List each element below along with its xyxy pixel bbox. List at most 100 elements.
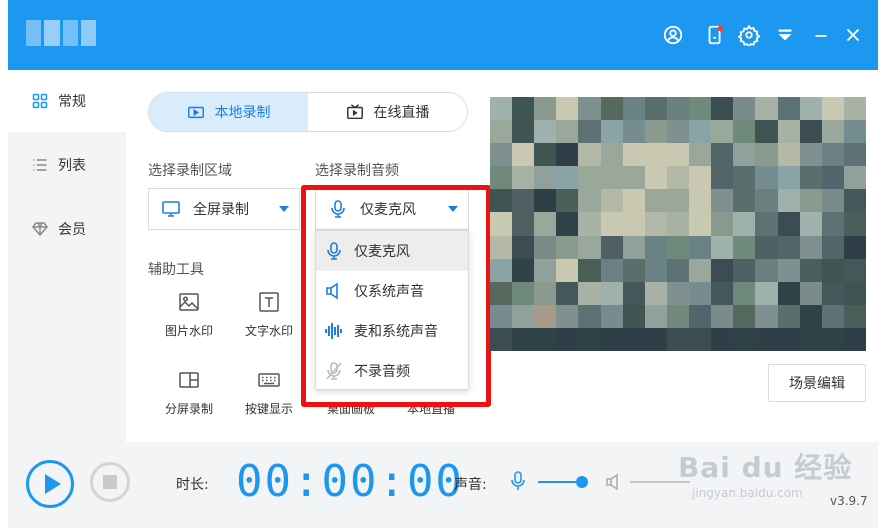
preview-pixel [843, 212, 866, 236]
preview-pixel [689, 120, 712, 144]
preview-pixel [777, 327, 800, 351]
preview-pixel [644, 304, 667, 328]
watermark-url: jingyan.baidu.com [692, 486, 803, 500]
preview-pixel [755, 327, 778, 351]
record-audio-select[interactable]: 仅麦克风 [315, 188, 469, 230]
tool-key-display[interactable]: 按键显示 [234, 368, 304, 417]
preview-pixel [733, 120, 756, 144]
preview-pixel [578, 189, 601, 213]
screen-preview [490, 97, 866, 351]
preview-pixel [490, 304, 513, 328]
preview-pixel [821, 189, 844, 213]
preview-pixel [512, 327, 535, 351]
preview-pixel [689, 143, 712, 167]
preview-pixel [600, 97, 623, 121]
tab-label: 本地录制 [214, 105, 271, 121]
record-area-label: 选择录制区域 [148, 163, 232, 179]
user-icon[interactable] [662, 24, 684, 46]
keyboard-icon [258, 373, 280, 387]
preview-pixel [799, 120, 822, 144]
mic-icon [331, 200, 345, 218]
tab-online-live[interactable]: 在线直播 [308, 93, 467, 131]
mic-volume-handle[interactable] [576, 476, 589, 488]
preview-pixel [644, 235, 667, 259]
preview-pixel [600, 212, 623, 236]
preview-pixel [666, 235, 690, 259]
sidebar-item-list[interactable]: 列表 [8, 134, 126, 196]
preview-pixel [821, 120, 844, 144]
preview-pixel [821, 166, 844, 190]
scene-edit-button[interactable]: 场景编辑 [768, 364, 866, 402]
preview-pixel [578, 258, 601, 282]
preview-pixel [578, 235, 601, 259]
preview-pixel [534, 212, 557, 236]
preview-pixel [689, 304, 712, 328]
sidebar-item-member[interactable]: 会员 [8, 198, 126, 260]
menu-dropdown-icon[interactable] [774, 24, 796, 46]
tab-local-record[interactable]: 本地录制 [149, 93, 308, 131]
preview-pixel [711, 212, 734, 236]
audio-option-no-audio[interactable]: 不录音频 [316, 351, 468, 391]
play-icon [44, 474, 61, 494]
preview-pixel [622, 235, 645, 259]
preview-pixel [821, 97, 844, 121]
preview-pixel [799, 97, 822, 121]
preview-pixel [843, 258, 866, 282]
monitor-icon [162, 201, 180, 217]
preview-pixel [755, 143, 778, 167]
preview-pixel [755, 189, 778, 213]
title-bar [8, 0, 878, 70]
preview-pixel [644, 281, 667, 305]
phone-icon[interactable] [704, 24, 726, 46]
sidebar-item-general[interactable]: 常规 [8, 70, 126, 132]
preview-pixel [644, 97, 667, 121]
preview-pixel [512, 97, 535, 121]
audio-option-label: 麦和系统声音 [354, 324, 438, 340]
preview-pixel [578, 143, 601, 167]
preview-pixel [578, 212, 601, 236]
record-start-button[interactable] [26, 460, 74, 508]
close-icon[interactable] [842, 24, 864, 46]
preview-pixel [711, 281, 734, 305]
preview-pixel [799, 143, 822, 167]
preview-pixel [622, 166, 645, 190]
preview-pixel [534, 143, 557, 167]
audio-option-mic-and-system[interactable]: 麦和系统声音 [316, 311, 468, 351]
preview-pixel [600, 258, 623, 282]
tool-text-watermark[interactable]: 文字水印 [234, 290, 304, 339]
preview-pixel [821, 235, 844, 259]
preview-pixel [490, 281, 513, 305]
diamond-icon [32, 222, 48, 237]
speaker-icon[interactable] [604, 472, 624, 492]
preview-pixel [534, 97, 557, 121]
tool-split-screen[interactable]: 分屏录制 [154, 368, 224, 417]
preview-pixel [799, 281, 822, 305]
preview-pixel [644, 258, 667, 282]
preview-pixel [711, 97, 734, 121]
minimize-icon[interactable] [810, 24, 832, 46]
preview-pixel [622, 143, 645, 167]
mic-off-icon [326, 362, 342, 380]
audio-option-mic-only[interactable]: 仅麦克风 [316, 231, 468, 271]
preview-pixel [711, 189, 734, 213]
preview-pixel [578, 304, 601, 328]
mic-icon[interactable] [508, 470, 528, 492]
preview-pixel [666, 189, 690, 213]
tool-image-watermark[interactable]: 图片水印 [154, 290, 224, 339]
chevron-down-icon [279, 206, 289, 212]
preview-pixel [578, 166, 601, 190]
sidebar-item-label: 常规 [58, 94, 86, 110]
preview-pixel [777, 304, 800, 328]
preview-pixel [755, 120, 778, 144]
preview-pixel [843, 166, 866, 190]
preview-pixel [512, 258, 535, 282]
gear-icon[interactable] [738, 24, 760, 46]
preview-pixel [644, 327, 667, 351]
record-stop-button[interactable] [90, 462, 130, 502]
record-area-select[interactable]: 全屏录制 [148, 188, 300, 230]
preview-pixel [689, 327, 712, 351]
sidebar-item-label: 列表 [58, 158, 86, 174]
preview-pixel [622, 304, 645, 328]
audio-option-system-only[interactable]: 仅系统声音 [316, 271, 468, 311]
preview-pixel [490, 120, 513, 144]
